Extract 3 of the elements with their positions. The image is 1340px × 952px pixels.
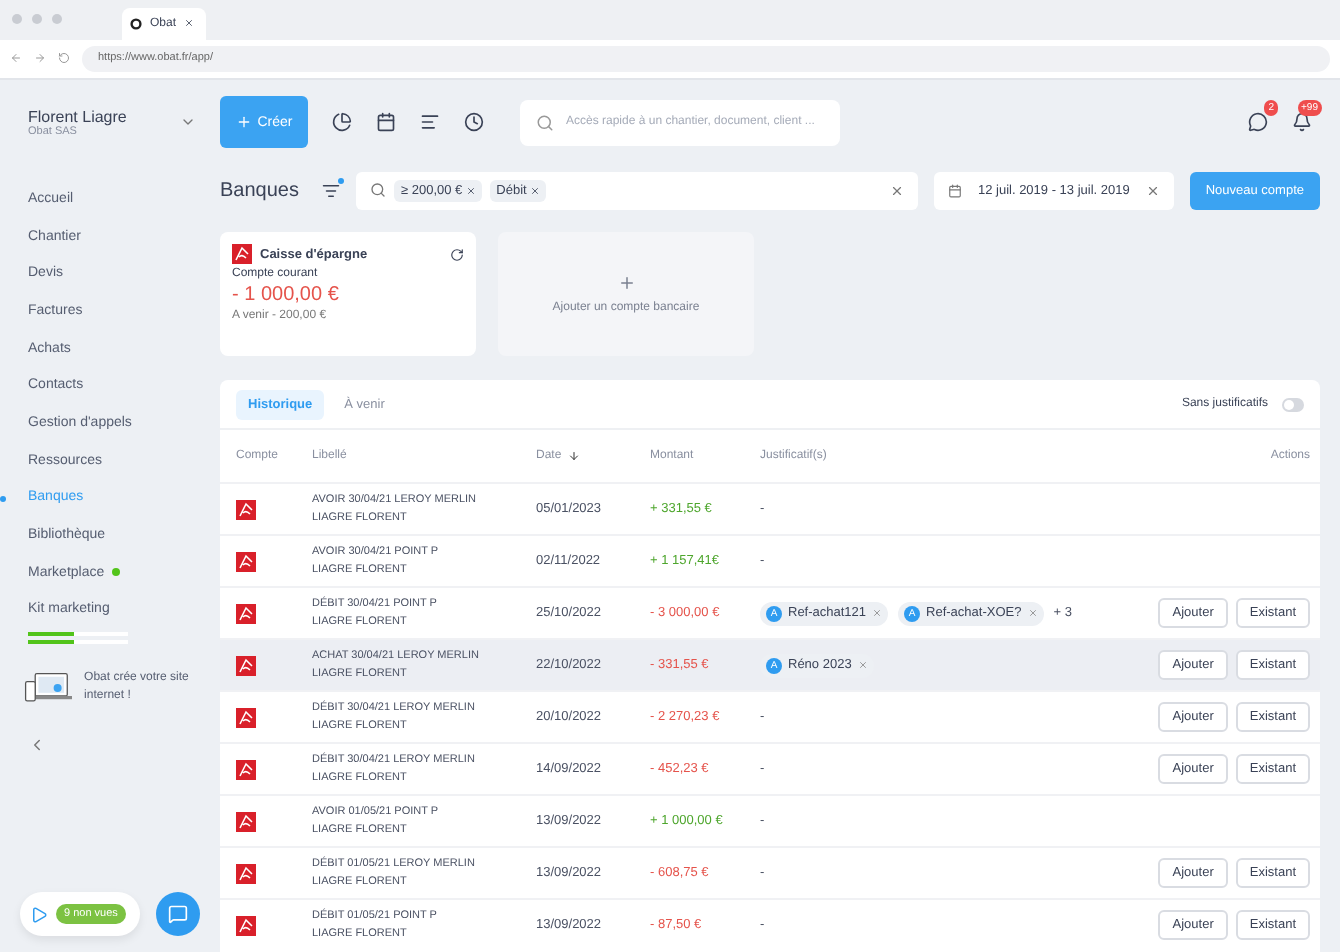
user-name: Florent Liagre <box>28 107 127 125</box>
page-title: Banques <box>220 179 299 201</box>
account-balance: - 1 000,00 € <box>232 284 341 306</box>
